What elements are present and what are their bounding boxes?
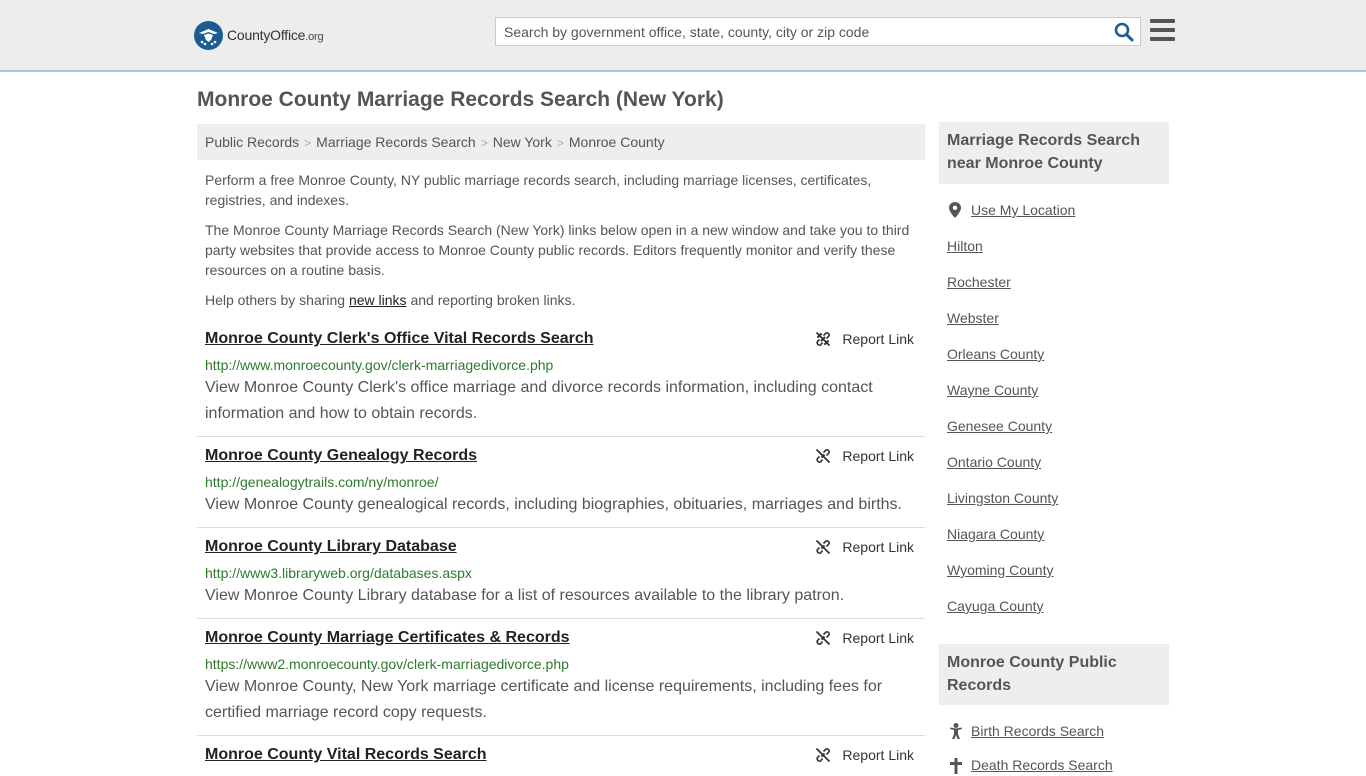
breadcrumb-public-records[interactable]: Public Records — [205, 134, 299, 150]
death-records-search-link[interactable]: Death Records Search — [971, 757, 1113, 773]
broken-link-icon — [816, 331, 831, 347]
breadcrumb-new-york[interactable]: New York — [493, 134, 552, 150]
report-link-label: Report Link — [842, 331, 914, 347]
nearby-link-genesee-county[interactable]: Genesee County — [947, 418, 1052, 434]
broken-link-icon — [816, 630, 831, 646]
nearby-link-livingston-county[interactable]: Livingston County — [947, 490, 1058, 506]
sidebar-nearby-heading: Marriage Records Search near Monroe Coun… — [939, 122, 1169, 184]
logo-seal-icon — [194, 20, 223, 50]
logo-tld-text: .org — [305, 31, 324, 43]
intro-paragraph-1: Perform a free Monroe County, NY public … — [205, 172, 872, 208]
report-link-button[interactable]: Report Link — [815, 630, 914, 646]
birth-records-search-link[interactable]: Birth Records Search — [971, 723, 1104, 739]
result-item: Monroe County Genealogy Records Report L… — [197, 447, 925, 528]
menu-bar — [1150, 37, 1175, 41]
nearby-link-wyoming-county[interactable]: Wyoming County — [947, 562, 1053, 578]
sidebar-public-records-heading: Monroe County Public Records — [939, 644, 1169, 705]
result-title-link[interactable]: Monroe County Marriage Certificates & Re… — [205, 629, 570, 647]
nearby-link-orleans-county[interactable]: Orleans County — [947, 346, 1044, 362]
search-box — [495, 17, 1141, 46]
report-link-label: Report Link — [842, 539, 914, 555]
page-title: Monroe County Marriage Records Search (N… — [197, 88, 724, 111]
logo-text: CountyOffice.org — [227, 27, 324, 43]
search-icon[interactable] — [1114, 22, 1134, 42]
menu-bar — [1150, 28, 1175, 32]
report-link-label: Report Link — [842, 630, 914, 646]
breadcrumb-separator: > — [480, 136, 488, 150]
report-link-button[interactable]: Report Link — [815, 539, 914, 555]
search-input[interactable] — [496, 18, 1106, 45]
use-my-location-link[interactable]: Use My Location — [971, 202, 1075, 218]
result-url: http://www.monroecounty.gov/clerk-marria… — [205, 357, 554, 373]
breadcrumb-current: Monroe County — [568, 134, 665, 150]
result-title-link[interactable]: Monroe County Library Database — [205, 538, 457, 556]
result-item: Monroe County Vital Records Search Repor… — [197, 746, 925, 776]
menu-bar — [1150, 19, 1175, 23]
intro-help-text-end: and reporting broken links. — [406, 292, 576, 308]
new-links-link[interactable]: new links — [349, 292, 407, 308]
report-link-label: Report Link — [842, 747, 914, 763]
hamburger-menu-icon[interactable] — [1150, 19, 1175, 41]
broken-link-icon — [816, 747, 831, 763]
result-item: Monroe County Library Database Report Li… — [197, 538, 925, 619]
breadcrumb-separator: > — [304, 136, 312, 150]
logo-main-text: CountyOffice — [227, 27, 306, 43]
nearby-link-rochester[interactable]: Rochester — [947, 274, 1011, 290]
nearby-link-niagara-county[interactable]: Niagara County — [947, 526, 1044, 542]
result-description: View Monroe County, New York marriage ce… — [205, 678, 883, 721]
broken-link-icon — [816, 539, 831, 555]
nearby-link-hilton[interactable]: Hilton — [947, 238, 983, 254]
nearby-link-cayuga-county[interactable]: Cayuga County — [947, 598, 1044, 614]
intro-paragraph-2: The Monroe County Marriage Records Searc… — [205, 222, 910, 278]
cross-icon — [950, 758, 962, 774]
site-logo[interactable]: CountyOffice.org — [194, 20, 324, 50]
site-header: CountyOffice.org — [0, 0, 1366, 72]
result-item: Monroe County Marriage Certificates & Re… — [197, 629, 925, 736]
result-title-link[interactable]: Monroe County Vital Records Search — [205, 746, 487, 764]
result-title-link[interactable]: Monroe County Genealogy Records — [205, 447, 477, 465]
breadcrumb-separator: > — [556, 136, 564, 150]
report-link-button[interactable]: Report Link — [815, 331, 914, 347]
breadcrumb: Public Records > Marriage Records Search > N… — [197, 124, 925, 160]
result-title-link[interactable]: Monroe County Clerk's Office Vital Recor… — [205, 330, 594, 348]
result-description: View Monroe County Library database for … — [205, 587, 845, 604]
report-link-button[interactable]: Report Link — [815, 448, 914, 464]
result-description: View Monroe County genealogical records,… — [205, 496, 902, 513]
broken-link-icon — [816, 448, 831, 464]
baby-icon — [950, 723, 962, 739]
result-url: https://www2.monroecounty.gov/clerk-marr… — [205, 656, 569, 672]
result-url: http://www3.libraryweb.org/databases.asp… — [205, 565, 472, 581]
nearby-link-ontario-county[interactable]: Ontario County — [947, 454, 1041, 470]
result-description: View Monroe County Clerk's office marria… — [205, 379, 873, 422]
nearby-link-wayne-county[interactable]: Wayne County — [947, 382, 1038, 398]
result-url: http://genealogytrails.com/ny/monroe/ — [205, 474, 439, 490]
report-link-label: Report Link — [842, 448, 914, 464]
breadcrumb-marriage-records[interactable]: Marriage Records Search — [316, 134, 476, 150]
result-item: Monroe County Clerk's Office Vital Recor… — [197, 330, 925, 437]
report-link-button[interactable]: Report Link — [815, 747, 914, 763]
intro-help-text: Help others by sharing — [205, 292, 349, 308]
intro-paragraph-3: Help others by sharing new links and rep… — [205, 290, 917, 310]
location-pin-icon — [949, 202, 961, 218]
nearby-link-webster[interactable]: Webster — [947, 310, 999, 326]
